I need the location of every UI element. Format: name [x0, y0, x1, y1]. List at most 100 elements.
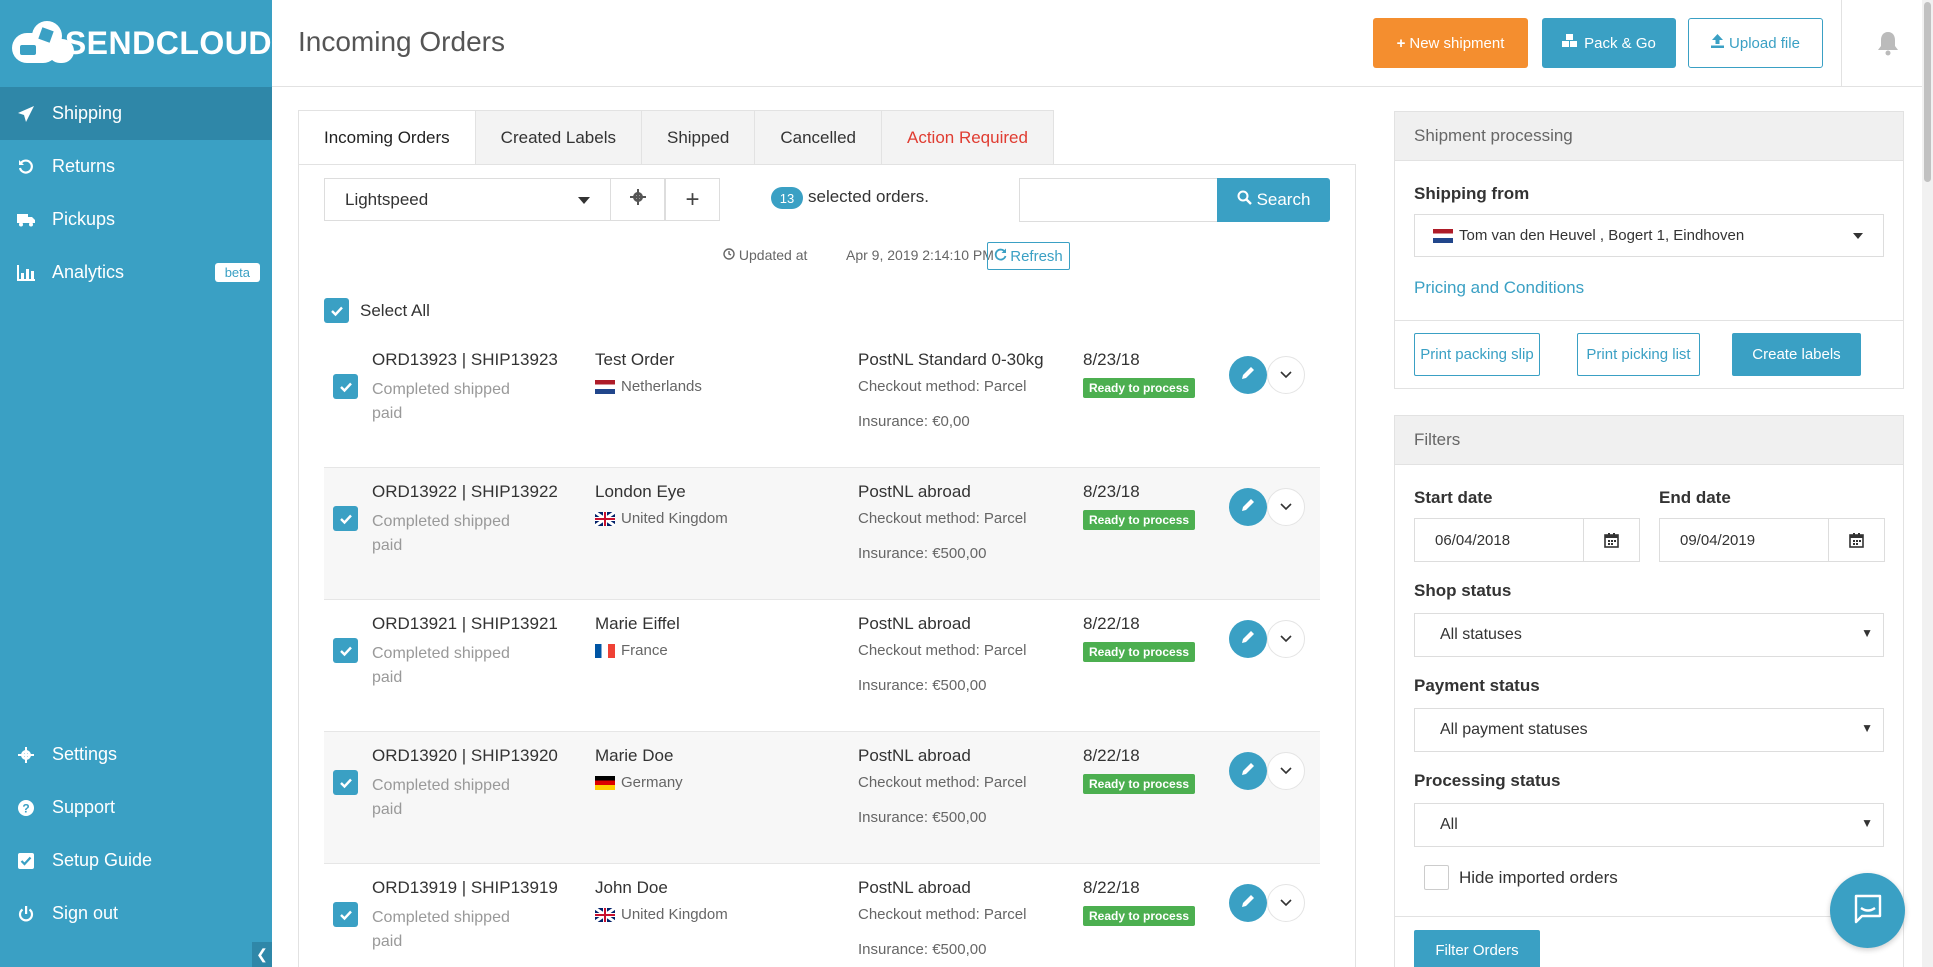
payment-status-select[interactable]: All payment statuses ▼: [1414, 708, 1884, 752]
tab-action-required[interactable]: Action Required: [881, 110, 1054, 165]
sendcloud-logo[interactable]: SENDCLOUD: [0, 0, 272, 87]
sidebar-item-pickups[interactable]: Pickups: [0, 193, 272, 246]
shop-select[interactable]: Lightspeed: [324, 178, 611, 221]
expand-order-button[interactable]: [1267, 620, 1305, 658]
power-icon: [16, 904, 36, 924]
carrier: PostNL abroad: [858, 482, 971, 501]
table-row[interactable]: ORD13921 | SHIP13921 Completed shipped pai…: [324, 600, 1320, 732]
country: United Kingdom: [594, 906, 815, 923]
insurance: Insurance: €500,00: [858, 941, 987, 958]
sidebar-item-sign-out[interactable]: Sign out: [0, 887, 272, 940]
add-shop-button[interactable]: +: [665, 178, 720, 221]
pencil-icon: [1240, 629, 1256, 650]
create-labels-button[interactable]: Create labels: [1732, 333, 1861, 376]
table-row[interactable]: ORD13920 | SHIP13920 Completed shipped pai…: [324, 732, 1320, 864]
sidebar-item-support[interactable]: ? Support: [0, 781, 272, 834]
updated-at-time: Apr 9, 2019 2:14:10 PM: [846, 247, 994, 263]
print-packing-slip-button[interactable]: Print packing slip: [1414, 333, 1540, 376]
refresh-label: Refresh: [1010, 247, 1063, 265]
processing-status-select[interactable]: All ▼: [1414, 803, 1884, 847]
shipment-processing-panel: Shipment processing Shipping from Tom va…: [1394, 111, 1904, 389]
edit-order-button[interactable]: [1229, 356, 1267, 394]
table-row[interactable]: ORD13922 | SHIP13922 Completed shipped pai…: [324, 468, 1320, 600]
country: Germany: [595, 774, 815, 791]
carrier: PostNL abroad: [858, 878, 971, 897]
select-all[interactable]: Select All: [324, 298, 430, 323]
row-checkbox[interactable]: [333, 638, 358, 663]
order-shipment-status: Completed shipped: [372, 381, 510, 398]
print-picking-list-button[interactable]: Print picking list: [1577, 333, 1700, 376]
tab-cancelled[interactable]: Cancelled: [755, 110, 882, 165]
clock-icon: [723, 247, 739, 263]
calendar-icon[interactable]: [1583, 519, 1639, 561]
pack-go-button[interactable]: Pack & Go: [1542, 18, 1676, 68]
refresh-button[interactable]: Refresh: [987, 242, 1070, 270]
start-date-field[interactable]: 06/04/2018: [1414, 518, 1640, 562]
new-shipment-button[interactable]: + New shipment: [1373, 18, 1528, 68]
pencil-icon: [1240, 761, 1256, 782]
status-badge: Ready to process: [1083, 510, 1196, 530]
upload-file-label: Upload file: [1729, 34, 1800, 52]
netherlands-flag-icon: [1433, 228, 1453, 243]
shop-settings-button[interactable]: [610, 178, 665, 221]
row-checkbox[interactable]: [333, 374, 358, 399]
start-date-label: Start date: [1414, 488, 1493, 507]
select-all-checkbox[interactable]: [324, 298, 349, 323]
table-row[interactable]: ORD13919 | SHIP13919 Completed shipped pai…: [324, 864, 1320, 967]
pricing-conditions-link[interactable]: Pricing and Conditions: [1414, 278, 1584, 298]
edit-order-button[interactable]: [1229, 752, 1267, 790]
upload-file-button[interactable]: Upload file: [1688, 18, 1823, 68]
expand-order-button[interactable]: [1267, 488, 1305, 526]
order-id: ORD13920 | SHIP13920: [372, 746, 558, 765]
scrollbar-thumb[interactable]: [1924, 2, 1931, 182]
filters-panel: Filters Start date End date 06/04/2018 0…: [1394, 415, 1904, 967]
calendar-icon[interactable]: [1828, 519, 1884, 561]
page-scrollbar[interactable]: [1922, 0, 1933, 967]
check-icon: [339, 910, 352, 920]
row-checkbox[interactable]: [333, 506, 358, 531]
check-square-icon: [16, 851, 36, 871]
edit-order-button[interactable]: [1229, 488, 1267, 526]
status-badge: Ready to process: [1083, 642, 1196, 662]
expand-order-button[interactable]: [1267, 356, 1305, 394]
sidebar-item-analytics[interactable]: Analytics beta: [0, 246, 272, 299]
sidebar-bottom-nav: Settings ? Support Setup Guide Sign out: [0, 728, 272, 940]
shop-status-select[interactable]: All statuses ▼: [1414, 613, 1884, 657]
sidebar-item-setup-guide[interactable]: Setup Guide: [0, 834, 272, 887]
edit-order-button[interactable]: [1229, 884, 1267, 922]
tab-created-labels[interactable]: Created Labels: [475, 110, 642, 165]
tab-shipped[interactable]: Shipped: [641, 110, 756, 165]
processing-status-value: All: [1440, 816, 1458, 833]
order-date: 8/22/18: [1083, 614, 1140, 633]
tab-incoming-orders[interactable]: Incoming Orders: [298, 110, 476, 165]
expand-order-button[interactable]: [1267, 752, 1305, 790]
hide-imported-orders[interactable]: Hide imported orders: [1414, 865, 1618, 890]
status-badge: Ready to process: [1083, 906, 1196, 926]
row-checkbox[interactable]: [333, 902, 358, 927]
edit-order-button[interactable]: [1229, 620, 1267, 658]
paper-plane-icon: [16, 104, 36, 124]
hide-imported-checkbox[interactable]: [1424, 865, 1449, 890]
chat-launcher-button[interactable]: [1830, 873, 1905, 948]
table-row[interactable]: ORD13923 | SHIP13923 Completed shipped pai…: [324, 336, 1320, 468]
order-payment-status: paid: [372, 801, 403, 818]
germany-flag-icon: [595, 775, 615, 790]
bar-chart-icon: [16, 263, 36, 283]
search-input[interactable]: [1019, 178, 1218, 222]
search-button[interactable]: Search: [1217, 178, 1330, 222]
check-icon: [339, 514, 352, 524]
customer-name: Marie Doe: [595, 746, 674, 765]
sidebar-item-shipping[interactable]: Shipping: [0, 87, 272, 140]
shipping-from-select[interactable]: Tom van den Heuvel , Bogert 1, Eindhoven: [1414, 214, 1884, 257]
pencil-icon: [1240, 365, 1256, 386]
row-checkbox[interactable]: [333, 770, 358, 795]
sidebar-item-returns[interactable]: Returns: [0, 140, 272, 193]
filter-orders-button[interactable]: Filter Orders: [1414, 930, 1540, 967]
collapse-sidebar-button[interactable]: ❮: [252, 942, 272, 967]
expand-order-button[interactable]: [1267, 884, 1305, 922]
chevron-down-icon: [1280, 630, 1292, 648]
sidebar-item-settings[interactable]: Settings: [0, 728, 272, 781]
end-date-field[interactable]: 09/04/2019: [1659, 518, 1885, 562]
bell-icon[interactable]: [1876, 30, 1902, 58]
insurance: Insurance: €500,00: [858, 677, 987, 694]
